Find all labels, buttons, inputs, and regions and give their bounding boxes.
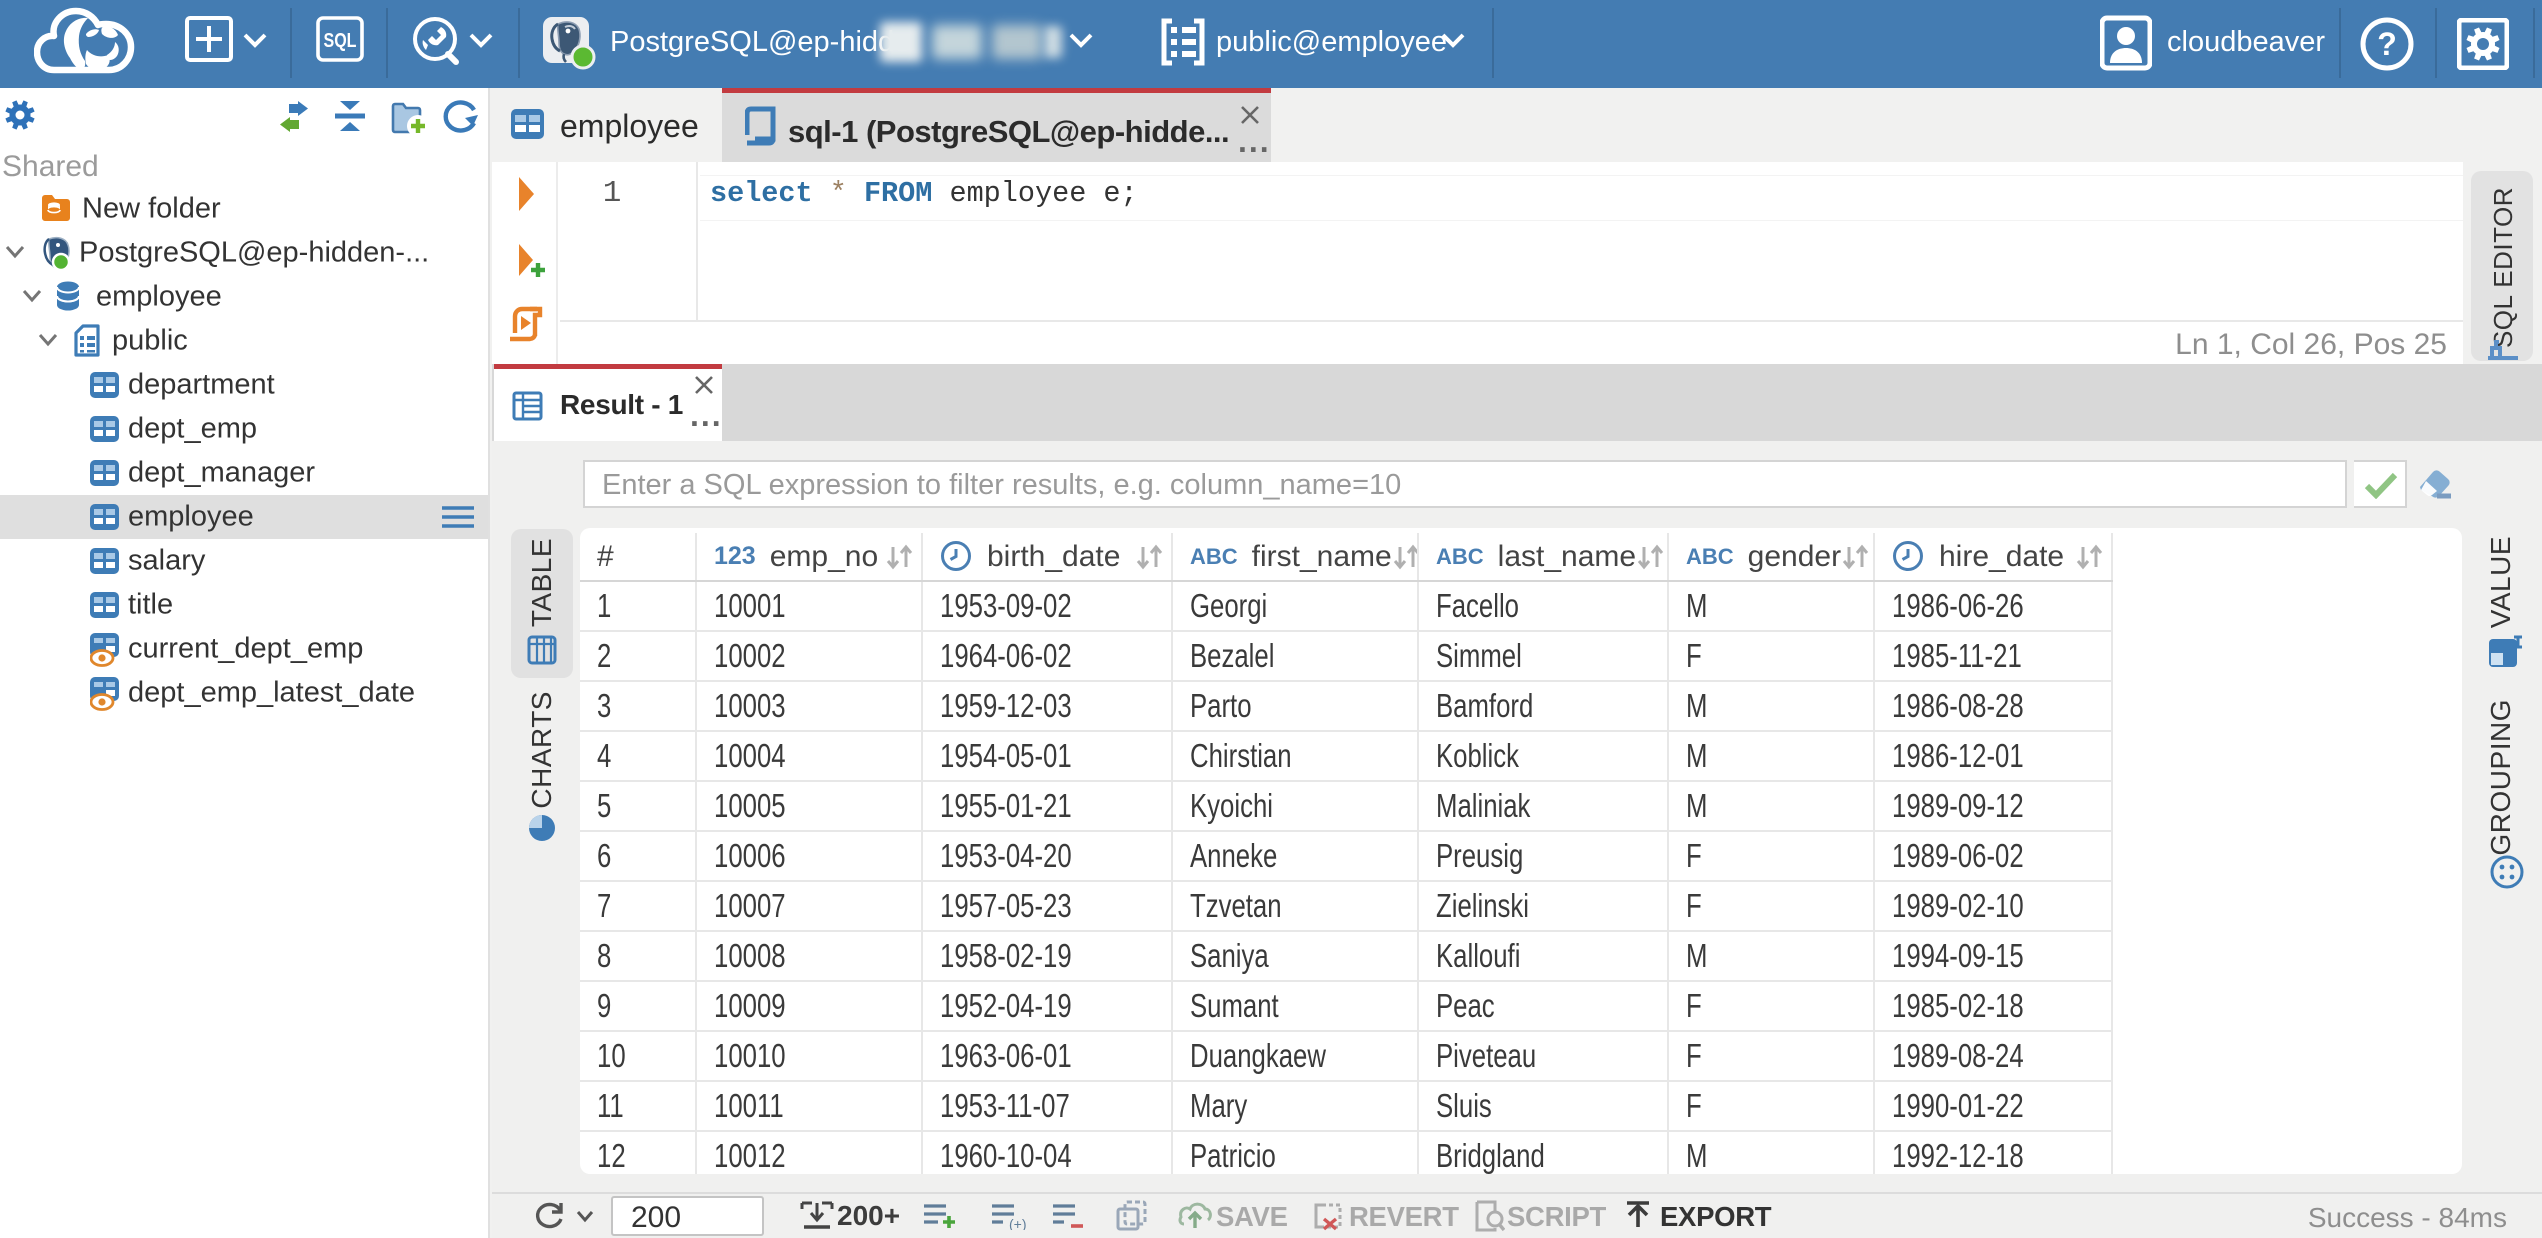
svg-text:(+): (+) xyxy=(1009,1216,1027,1230)
svg-text:?: ? xyxy=(2377,26,2397,62)
svg-text:SQL: SQL xyxy=(324,30,357,52)
